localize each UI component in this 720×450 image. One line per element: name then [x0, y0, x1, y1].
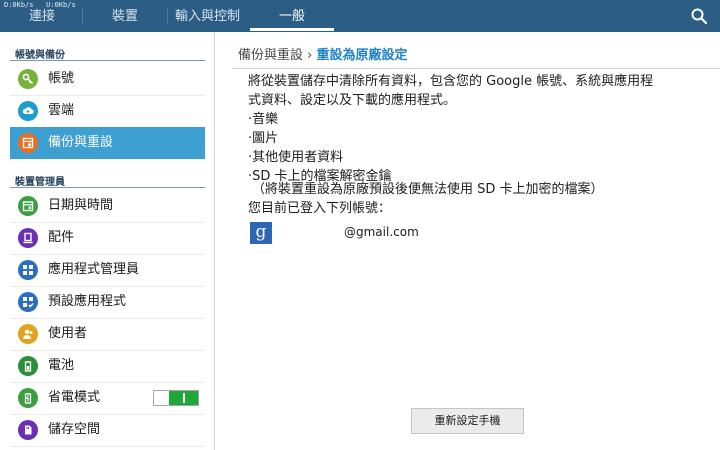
cloud-icon [18, 101, 38, 121]
sidebar-item-label: 儲存空間 [48, 422, 101, 437]
default-apps-icon [18, 292, 38, 312]
sidebar-item-date-time[interactable]: 日期與時間 [10, 190, 205, 222]
toggle-knob [183, 393, 185, 403]
sidebar-item-label: 電池 [48, 358, 75, 373]
sidebar-item-power-saving[interactable]: 省電模式 [10, 382, 205, 414]
sidebar-item-label: 雲端 [48, 103, 75, 118]
account-email: @gmail.com [344, 225, 419, 239]
sidebar-item-default-apps[interactable]: 預設應用程式 [10, 286, 205, 318]
calendar-icon [18, 196, 38, 216]
sidebar-item-users[interactable]: 使用者 [10, 318, 205, 350]
reset-device-button[interactable]: 重新設定手機 [411, 408, 524, 434]
logged-in-heading: 您目前已登入下列帳號： [248, 201, 392, 216]
backup-reset-icon [18, 133, 38, 153]
section-accounts-backup: 帳號與備份 [15, 50, 65, 61]
battery-icon [18, 356, 38, 376]
tab-separator [167, 8, 168, 24]
accessory-icon [18, 228, 38, 248]
sidebar-item-label: 配件 [48, 230, 75, 245]
google-account-icon: g [250, 222, 272, 244]
intro-text-line-2: 式資料、設定以及下載的應用程式。 [248, 93, 457, 108]
users-icon [18, 324, 38, 344]
sidebar-item-label: 帳號 [48, 71, 75, 86]
breadcrumb-separator: › [307, 48, 313, 63]
sd-card-note: （將裝置重設為原廠預設後便無法使用 SD 卡上加密的檔案） [252, 182, 604, 197]
breadcrumb-divider [232, 68, 720, 69]
sidebar-item-backup-reset[interactable]: 備份與重設 [10, 127, 205, 159]
app-grid-icon [18, 260, 38, 280]
tab-device[interactable]: 裝置 [90, 0, 160, 32]
section-divider [10, 60, 205, 61]
sidebar-item-label: 省電模式 [48, 390, 101, 405]
settings-sidebar: 帳號與備份 帳號 雲端 備份與重設 裝置管理員 日期與時間 配件 應用程式管理員… [0, 32, 215, 450]
sidebar-item-app-manager[interactable]: 應用程式管理員 [10, 254, 205, 286]
sidebar-item-label: 預設應用程式 [48, 294, 127, 309]
list-item: ·圖片 [248, 131, 279, 146]
top-tab-bar: D:0Kb/s U:0Kb/s 連接 裝置 輸入與控制 一般 [0, 0, 720, 32]
tab-separator [82, 8, 83, 24]
sidebar-item-accessories[interactable]: 配件 [10, 222, 205, 254]
list-item: ·其他使用者資料 [248, 150, 344, 165]
section-device-manager: 裝置管理員 [15, 177, 65, 188]
active-tab-indicator [250, 28, 334, 31]
sidebar-item-label: 使用者 [48, 326, 88, 341]
sidebar-item-label: 日期與時間 [48, 198, 114, 213]
sidebar-item-label: 備份與重設 [48, 135, 114, 150]
tab-connections[interactable]: 連接 [10, 0, 74, 32]
key-icon [18, 69, 38, 89]
storage-icon [18, 420, 38, 440]
search-icon[interactable] [690, 7, 708, 25]
breadcrumb-parent[interactable]: 備份與重設 [238, 48, 303, 63]
sidebar-item-cloud[interactable]: 雲端 [10, 95, 205, 127]
sidebar-item-storage[interactable]: 儲存空間 [10, 414, 205, 446]
section-divider [10, 187, 205, 188]
sidebar-item-label: 應用程式管理員 [48, 262, 140, 277]
power-saving-icon [18, 388, 38, 408]
breadcrumb: 備份與重設 › 重設為原廠設定 [238, 44, 408, 63]
intro-text-line-1: 將從裝置儲存中清除所有資料，包含您的 Google 帳號、系統與應用程 [248, 74, 654, 89]
sidebar-item-battery[interactable]: 電池 [10, 350, 205, 382]
tab-controls[interactable]: 輸入與控制 [170, 0, 245, 32]
divider [10, 446, 205, 447]
power-saving-toggle[interactable] [153, 390, 199, 406]
page-title: 重設為原廠設定 [316, 48, 408, 63]
list-item: ·音樂 [248, 112, 279, 127]
reset-detail-panel: 備份與重設 › 重設為原廠設定 將從裝置儲存中清除所有資料，包含您的 Googl… [216, 32, 720, 450]
sidebar-item-accounts[interactable]: 帳號 [10, 63, 205, 95]
